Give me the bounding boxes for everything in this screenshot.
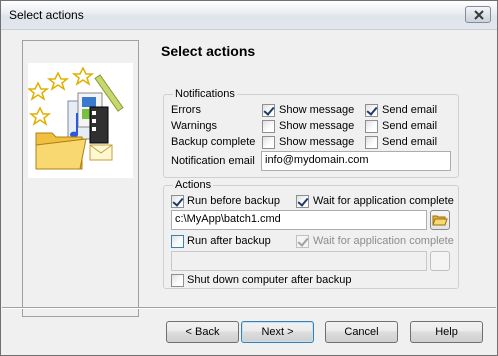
help-button[interactable]: Help — [410, 321, 483, 343]
wait-before-checkbox[interactable] — [296, 195, 309, 208]
wait-after-label[interactable]: Wait for application complete — [313, 235, 454, 247]
next-button[interactable]: Next > — [241, 321, 314, 343]
window-title: Select actions — [9, 8, 84, 22]
after-browse-button[interactable] — [430, 251, 450, 271]
notifications-group-title: Notifications — [173, 88, 237, 100]
warnings-send-email-checkbox[interactable] — [365, 120, 378, 133]
warnings-send-email-label[interactable]: Send email — [382, 120, 437, 132]
errors-send-email-checkbox[interactable] — [365, 104, 378, 117]
before-backup-command-field[interactable]: c:\MyApp\batch1.cmd — [171, 210, 427, 230]
close-icon — [474, 10, 484, 20]
shutdown-checkbox[interactable] — [171, 274, 184, 287]
run-after-backup-label[interactable]: Run after backup — [187, 235, 271, 247]
folder-open-icon — [432, 215, 448, 226]
wait-before-label[interactable]: Wait for application complete — [313, 195, 454, 207]
close-button[interactable] — [465, 6, 491, 23]
run-before-backup-label[interactable]: Run before backup — [187, 195, 280, 207]
run-before-backup-checkbox[interactable] — [171, 195, 184, 208]
errors-show-message-checkbox[interactable] — [262, 104, 275, 117]
wizard-side-panel — [22, 40, 139, 317]
backup-complete-label: Backup complete — [171, 136, 256, 148]
back-button[interactable]: < Back — [166, 321, 239, 343]
warnings-label: Warnings — [171, 120, 218, 132]
errors-show-message-label[interactable]: Show message — [279, 104, 354, 116]
wait-after-checkbox[interactable] — [296, 235, 309, 248]
backup-complete-show-message-checkbox[interactable] — [262, 136, 275, 149]
before-browse-button[interactable] — [430, 210, 450, 230]
run-after-backup-checkbox[interactable] — [171, 235, 184, 248]
errors-label: Errors — [171, 104, 201, 116]
notification-email-field[interactable]: info@mydomain.com — [261, 151, 451, 171]
footer-separator — [2, 307, 496, 309]
title-bar: Select actions — [1, 1, 497, 30]
after-backup-command-field[interactable] — [171, 251, 427, 271]
notifications-group: Notifications Errors Show message Send e… — [163, 88, 459, 178]
actions-group-title: Actions — [173, 179, 214, 191]
backup-complete-send-email-checkbox[interactable] — [365, 136, 378, 149]
warnings-show-message-label[interactable]: Show message — [279, 120, 354, 132]
dialog-body: Select actions Notifications Errors Show… — [2, 30, 496, 355]
actions-group: Actions Run before backup Wait for appli… — [163, 179, 459, 289]
page-title: Select actions — [161, 43, 256, 59]
shutdown-label[interactable]: Shut down computer after backup — [187, 274, 351, 286]
errors-send-email-label[interactable]: Send email — [382, 104, 437, 116]
cancel-button[interactable]: Cancel — [325, 321, 398, 343]
notification-email-label: Notification email — [171, 155, 255, 167]
backup-complete-show-message-label[interactable]: Show message — [279, 136, 354, 148]
backup-complete-send-email-label[interactable]: Send email — [382, 136, 437, 148]
backup-illustration — [26, 63, 133, 178]
warnings-show-message-checkbox[interactable] — [262, 120, 275, 133]
select-actions-window: Select actions Select actions Notificati… — [0, 0, 498, 356]
